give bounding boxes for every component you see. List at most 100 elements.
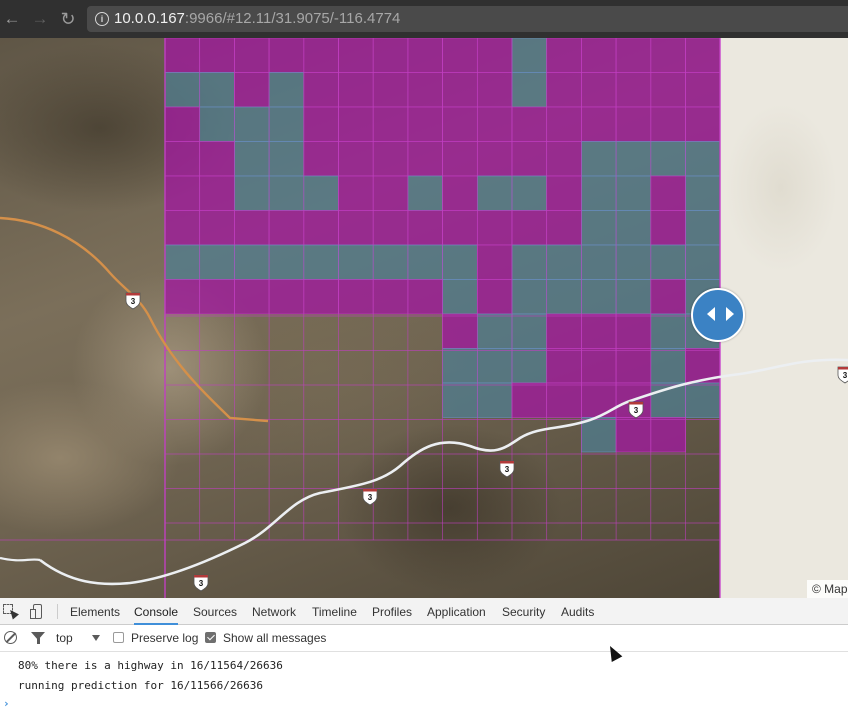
prediction-tile bbox=[407, 38, 443, 73]
prediction-tile bbox=[234, 175, 270, 211]
tab-elements[interactable]: Elements bbox=[70, 598, 120, 625]
prediction-tile bbox=[303, 210, 339, 246]
prediction-tile bbox=[476, 72, 513, 108]
interstate-shield-band bbox=[126, 293, 140, 296]
prediction-tile bbox=[615, 313, 652, 349]
prediction-tile bbox=[407, 279, 443, 315]
prediction-tile bbox=[511, 348, 548, 384]
prediction-tile bbox=[303, 244, 339, 280]
prediction-tile bbox=[372, 210, 409, 246]
prediction-tile bbox=[511, 244, 548, 280]
prediction-tile bbox=[234, 72, 270, 108]
prediction-tile bbox=[615, 106, 652, 142]
address-bar[interactable]: i 10.0.0.167:9966/#12.11/31.9075/-116.47… bbox=[87, 6, 848, 32]
prediction-tile bbox=[199, 141, 235, 177]
show-all-messages-label[interactable]: Show all messages bbox=[223, 625, 326, 651]
map-view[interactable]: 3 3 3 3 3 3 © Mapbox bbox=[0, 38, 848, 598]
tab-profiles[interactable]: Profiles bbox=[372, 598, 412, 625]
interstate-shield-band bbox=[500, 461, 514, 464]
swipe-compare-handle[interactable] bbox=[691, 288, 745, 342]
info-icon[interactable]: i bbox=[95, 12, 109, 26]
console-prompt-icon[interactable]: › bbox=[3, 697, 10, 710]
filter-icon[interactable] bbox=[31, 632, 45, 644]
prediction-tile bbox=[407, 210, 443, 246]
prediction-tile bbox=[442, 72, 478, 108]
chevron-down-icon[interactable] bbox=[92, 635, 100, 641]
prediction-tile bbox=[303, 279, 339, 315]
prediction-tile bbox=[164, 279, 201, 315]
forward-arrow-icon[interactable]: → bbox=[29, 8, 51, 30]
prediction-tile bbox=[546, 175, 582, 211]
prediction-tile bbox=[511, 279, 548, 315]
device-toolbar-icon[interactable] bbox=[30, 604, 44, 619]
prediction-tile bbox=[476, 38, 513, 73]
tab-sources[interactable]: Sources bbox=[193, 598, 237, 625]
prediction-tile bbox=[407, 244, 443, 280]
prediction-tile bbox=[199, 38, 235, 73]
prediction-tile bbox=[164, 106, 201, 142]
prediction-tile bbox=[234, 210, 270, 246]
prediction-tile bbox=[685, 106, 721, 142]
interstate-shield-label: 3 bbox=[199, 579, 204, 588]
prediction-tile bbox=[442, 38, 478, 73]
prediction-tile bbox=[476, 279, 513, 315]
prediction-tile bbox=[546, 313, 582, 349]
reload-icon[interactable]: ↻ bbox=[57, 8, 79, 30]
prediction-tile bbox=[581, 38, 617, 73]
tab-console[interactable]: Console bbox=[134, 598, 179, 625]
prediction-tile bbox=[442, 244, 478, 280]
prediction-tile bbox=[338, 72, 374, 108]
show-all-messages-checkbox[interactable] bbox=[205, 632, 216, 643]
interstate-shield-label: 3 bbox=[368, 493, 373, 502]
context-select[interactable]: top bbox=[56, 625, 73, 651]
prediction-tile bbox=[268, 72, 305, 108]
preserve-log-checkbox[interactable] bbox=[113, 632, 124, 643]
console-filterbar: top Preserve log Show all messages bbox=[0, 625, 848, 652]
preserve-log-label[interactable]: Preserve log bbox=[131, 625, 198, 651]
prediction-tile bbox=[615, 279, 652, 315]
prediction-tile bbox=[372, 141, 409, 177]
prediction-tile bbox=[268, 141, 305, 177]
prediction-tile bbox=[338, 210, 374, 246]
prediction-tile bbox=[581, 313, 617, 349]
prediction-tile bbox=[234, 106, 270, 142]
tab-timeline[interactable]: Timeline bbox=[312, 598, 357, 625]
prediction-tile bbox=[372, 175, 409, 211]
prediction-tile bbox=[685, 141, 721, 177]
back-arrow-icon[interactable]: ← bbox=[1, 8, 23, 30]
prediction-tile bbox=[650, 175, 686, 211]
prediction-tile bbox=[685, 382, 721, 418]
prediction-tile bbox=[372, 244, 409, 280]
prediction-tile bbox=[442, 141, 478, 177]
prediction-tile bbox=[685, 38, 721, 73]
prediction-tile bbox=[685, 244, 721, 280]
prediction-tile bbox=[581, 279, 617, 315]
prediction-tile bbox=[234, 38, 270, 73]
prediction-tile bbox=[615, 38, 652, 73]
prediction-tile bbox=[581, 141, 617, 177]
prediction-tile bbox=[338, 279, 374, 315]
prediction-tile bbox=[650, 72, 686, 108]
prediction-tile bbox=[199, 106, 235, 142]
map-attribution[interactable]: © Mapbox bbox=[807, 580, 848, 598]
tab-network[interactable]: Network bbox=[252, 598, 296, 625]
tab-application[interactable]: Application bbox=[427, 598, 486, 625]
tab-audits[interactable]: Audits bbox=[561, 598, 594, 625]
prediction-tile bbox=[650, 38, 686, 73]
prediction-tile bbox=[372, 279, 409, 315]
prediction-tile bbox=[650, 210, 686, 246]
url-text[interactable]: 10.0.0.167:9966/#12.11/31.9075/-116.4774 bbox=[114, 10, 400, 27]
prediction-tile bbox=[581, 244, 617, 280]
prediction-tile bbox=[199, 175, 235, 211]
prediction-tile bbox=[615, 175, 652, 211]
prediction-tile bbox=[338, 38, 374, 73]
inspect-element-icon[interactable] bbox=[3, 604, 19, 620]
prediction-tile bbox=[650, 106, 686, 142]
console-message: 80% there is a highway in 16/11564/26636 bbox=[18, 659, 283, 672]
interstate-shield-band bbox=[838, 367, 848, 370]
interstate-shield-label: 3 bbox=[505, 465, 510, 474]
prediction-tile bbox=[164, 210, 201, 246]
clear-console-icon[interactable] bbox=[4, 631, 17, 644]
tab-security[interactable]: Security bbox=[502, 598, 545, 625]
prediction-tile bbox=[199, 72, 235, 108]
